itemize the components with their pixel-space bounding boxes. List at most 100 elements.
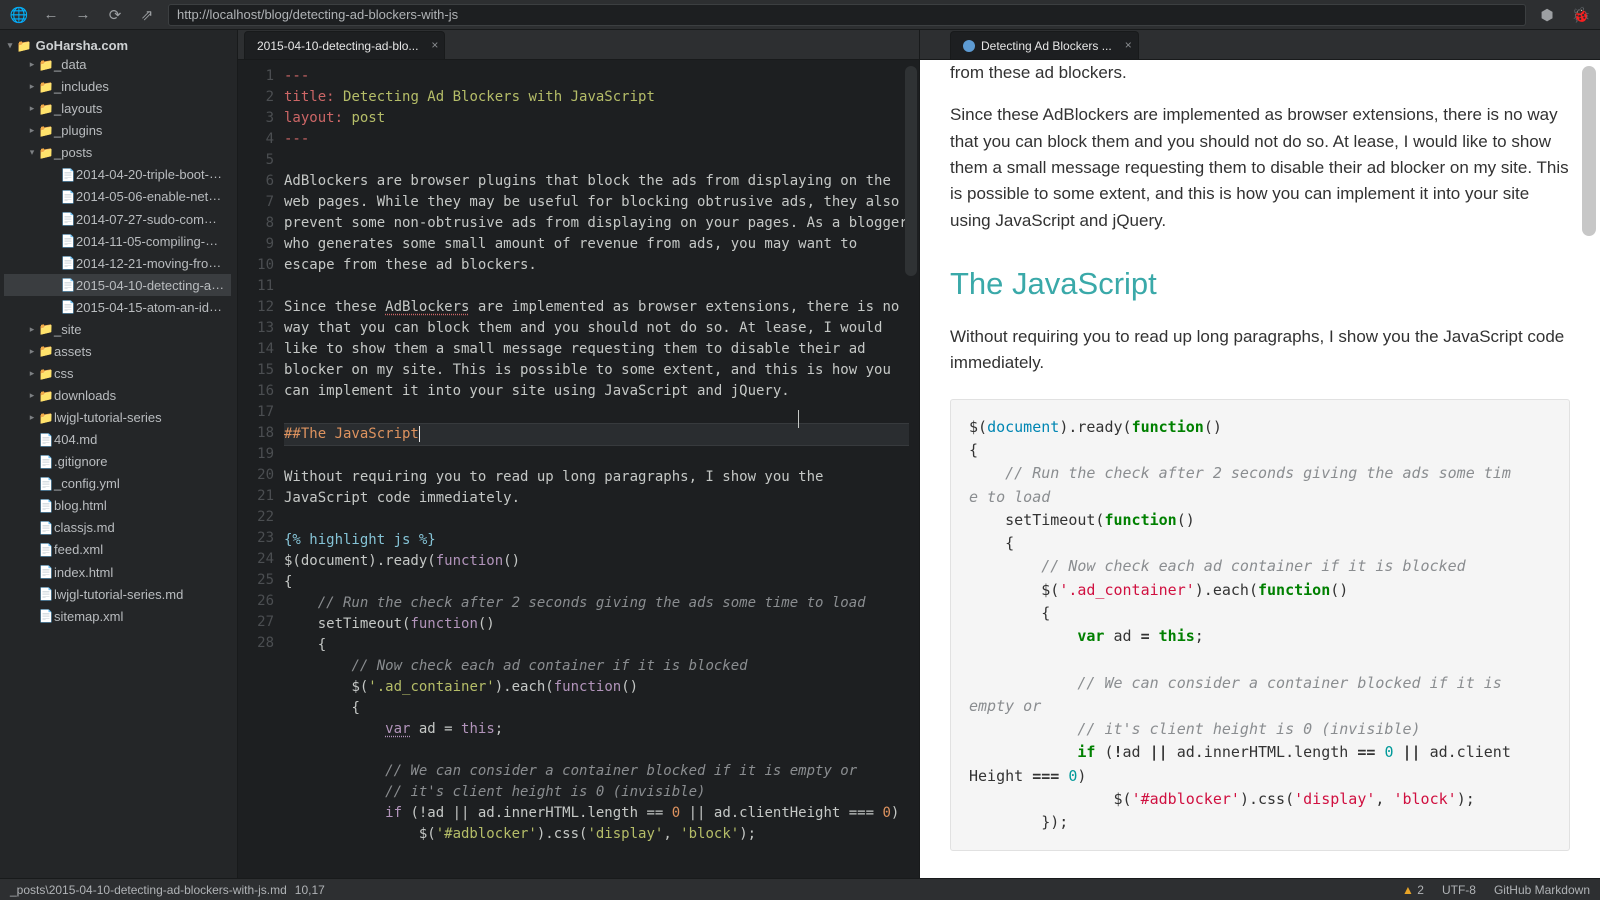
editor-pane: 2015-04-10-detecting-ad-blo... × 1234567… [238, 30, 920, 878]
editor-tabbar: 2015-04-10-detecting-ad-blo... × [238, 30, 919, 60]
globe-icon[interactable]: 🌐 [6, 4, 32, 26]
folder-icon: 📁 [38, 411, 54, 425]
preview-favicon-icon [963, 40, 975, 52]
tree-item-label: _posts [54, 145, 92, 160]
tree-folder[interactable]: ▸📁css [4, 362, 231, 384]
tree-file[interactable]: 📄2014-11-05-compiling-wxwidgets [4, 230, 231, 252]
statusbar-warnings[interactable]: ▲ 2 [1402, 883, 1424, 897]
editor-tab[interactable]: 2015-04-10-detecting-ad-blo... × [244, 31, 445, 59]
tree-item-label: lwjgl-tutorial-series [54, 410, 162, 425]
tree-file[interactable]: 📄2015-04-10-detecting-ad-blockers [4, 274, 231, 296]
preview-paragraph: Without requiring you to read up long pa… [950, 324, 1570, 377]
tree-item-label: _config.yml [54, 476, 120, 491]
tree-file[interactable]: 📄index.html [4, 561, 231, 583]
file-icon: 📄 [38, 609, 54, 623]
tree-item-label: _data [54, 57, 87, 72]
open-external-button[interactable]: ⇗ [134, 4, 160, 26]
close-icon[interactable]: × [1125, 38, 1132, 52]
file-icon: 📄 [60, 256, 76, 270]
file-icon: 📄 [38, 477, 54, 491]
tree-item-label: index.html [54, 565, 113, 580]
file-icon: 📄 [60, 278, 76, 292]
folder-icon: 📁 [38, 389, 54, 403]
status-bar: _posts\2015-04-10-detecting-ad-blockers-… [0, 878, 1600, 900]
preview-tab-label: Detecting Ad Blockers ... [981, 39, 1112, 53]
preview-heading: The JavaScript [950, 260, 1570, 308]
preview-tab[interactable]: Detecting Ad Blockers ... × [950, 31, 1139, 59]
folder-icon: 📁 [38, 102, 54, 116]
tree-file[interactable]: 📄classjs.md [4, 516, 231, 538]
folder-icon: 📁 [38, 344, 54, 358]
tree-item-label: 2014-07-27-sudo-command-prom [76, 211, 231, 227]
tree-folder[interactable]: ▸📁assets [4, 340, 231, 362]
tree-item-label: lwjgl-tutorial-series.md [54, 587, 183, 602]
tree-item-label: _plugins [54, 123, 102, 138]
file-icon: 📄 [38, 499, 54, 513]
tree-file[interactable]: 📄2015-04-15-atom-an-ide-for-jekyl [4, 296, 231, 318]
project-root-folder[interactable]: ▾📁 GoHarsha.com ▸📁_data▸📁_includes▸📁_lay… [0, 34, 237, 630]
tree-file[interactable]: 📄2014-04-20-triple-boot-mac-osx-r [4, 163, 231, 185]
devtools-button[interactable]: ⬢ [1534, 4, 1560, 26]
folder-icon: 📁 [38, 124, 54, 138]
tree-item-label: _layouts [54, 101, 102, 116]
tree-folder[interactable]: ▸📁_includes [4, 75, 231, 97]
tree-file[interactable]: 📄2014-12-21-moving-from-wordpr [4, 252, 231, 274]
editor-scrollbar-thumb[interactable] [905, 66, 917, 276]
editor-tab-label: 2015-04-10-detecting-ad-blo... [257, 39, 418, 53]
tree-folder[interactable]: ▸📁_data [4, 53, 231, 75]
tree-file[interactable]: 📄sitemap.xml [4, 605, 231, 627]
statusbar-path: _posts\2015-04-10-detecting-ad-blockers-… [10, 883, 287, 897]
preview-scrollbar-thumb[interactable] [1582, 66, 1596, 236]
back-button[interactable]: ← [38, 4, 64, 26]
tree-item-label: css [54, 366, 74, 381]
file-icon: 📄 [60, 300, 76, 314]
folder-icon: 📁 [38, 367, 54, 381]
reload-button[interactable]: ⟳ [102, 4, 128, 26]
tree-item-label: 2014-11-05-compiling-wxwidgets [76, 233, 231, 249]
tree-item-label: classjs.md [54, 520, 115, 535]
tree-file[interactable]: 📄lwjgl-tutorial-series.md [4, 583, 231, 605]
tree-item-label: 2015-04-15-atom-an-ide-for-jekyl [76, 299, 231, 315]
statusbar-grammar[interactable]: GitHub Markdown [1494, 883, 1590, 897]
tree-folder[interactable]: ▸📁_plugins [4, 119, 231, 141]
tree-folder[interactable]: ▸📁_site [4, 318, 231, 340]
preview-paragraph-clipped: from these ad blockers. [950, 60, 1570, 86]
tree-item-label: 2014-05-06-enable-net-framewor [76, 188, 231, 204]
forward-button[interactable]: → [70, 4, 96, 26]
tree-item-label: sitemap.xml [54, 609, 123, 624]
tree-folder[interactable]: ▸📁lwjgl-tutorial-series [4, 406, 231, 428]
file-icon: 📄 [38, 521, 54, 535]
preview-body[interactable]: from these ad blockers. Since these AdBl… [920, 60, 1600, 878]
tree-item-label: feed.xml [54, 543, 103, 558]
file-icon: 📄 [60, 168, 76, 182]
tree-folder[interactable]: ▾📁_posts [4, 141, 231, 163]
tree-file[interactable]: 📄2014-05-06-enable-net-framewor [4, 185, 231, 207]
editor-body[interactable]: 1234567891011121314151617181920212223242… [238, 60, 919, 878]
top-toolbar: 🌐 ← → ⟳ ⇗ http://localhost/blog/detectin… [0, 0, 1600, 30]
tree-file[interactable]: 📄blog.html [4, 494, 231, 516]
tree-folder[interactable]: ▸📁downloads [4, 384, 231, 406]
address-bar[interactable]: http://localhost/blog/detecting-ad-block… [168, 4, 1526, 26]
tree-file[interactable]: 📄404.md [4, 428, 231, 450]
preview-pane: Detecting Ad Blockers ... × from these a… [920, 30, 1600, 878]
close-icon[interactable]: × [431, 38, 438, 52]
tree-item-label: 2014-04-20-triple-boot-mac-osx-r [76, 166, 231, 182]
tree-item-label: _includes [54, 79, 109, 94]
statusbar-encoding[interactable]: UTF-8 [1442, 883, 1476, 897]
tree-item-label: downloads [54, 388, 116, 403]
file-tree[interactable]: ▾📁 GoHarsha.com ▸📁_data▸📁_includes▸📁_lay… [0, 30, 238, 878]
tree-file[interactable]: 📄_config.yml [4, 472, 231, 494]
bug-icon[interactable]: 🐞 [1568, 4, 1594, 26]
tree-item-label: 2014-12-21-moving-from-wordpr [76, 255, 231, 271]
main-area: ▾📁 GoHarsha.com ▸📁_data▸📁_includes▸📁_lay… [0, 30, 1600, 878]
tree-file[interactable]: 📄2014-07-27-sudo-command-prom [4, 208, 231, 230]
tree-file[interactable]: 📄.gitignore [4, 450, 231, 472]
editor-gutter: 1234567891011121314151617181920212223242… [238, 60, 284, 878]
nav-button-group: 🌐 ← → ⟳ ⇗ [6, 4, 160, 26]
tree-folder[interactable]: ▸📁_layouts [4, 97, 231, 119]
file-icon: 📄 [38, 433, 54, 447]
editor-code-area[interactable]: ---title: Detecting Ad Blockers with Jav… [284, 60, 919, 878]
tree-file[interactable]: 📄feed.xml [4, 538, 231, 560]
preview-paragraph: Since these AdBlockers are implemented a… [950, 102, 1570, 234]
tree-item-label: 404.md [54, 432, 97, 447]
